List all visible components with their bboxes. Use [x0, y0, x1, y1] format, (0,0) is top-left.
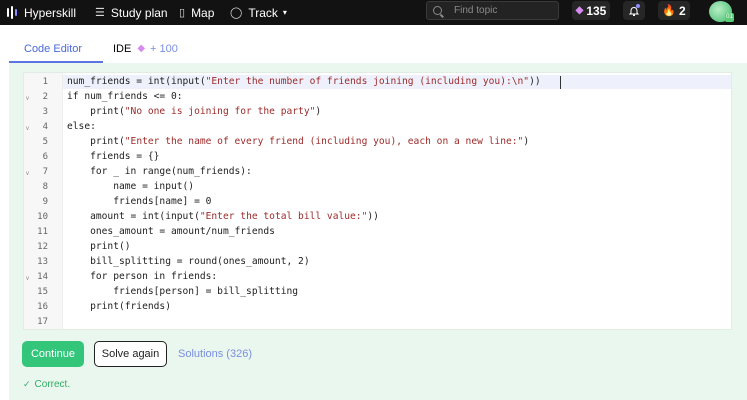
tab-ide[interactable]: IDE ◆ + 100	[113, 35, 178, 62]
fold-toggle-icon[interactable]: v	[26, 92, 29, 106]
brand-label: Hyperskill	[24, 5, 77, 20]
line-number: 6	[42, 152, 48, 162]
fold-toggle-icon[interactable]: v	[26, 122, 29, 136]
code-editor[interactable]: 1 2 3 4 5 6 7 8 9 10 11 12 13 14 15 16 1…	[23, 72, 732, 330]
solve-again-button[interactable]: Solve again	[94, 341, 167, 367]
top-navbar: Hyperskill ☰ Study plan ▯ Map ◯ Track ▾ …	[0, 0, 747, 25]
line-number: 13	[37, 257, 48, 267]
code-line: print()	[67, 241, 131, 252]
code-line: bill_splitting = round(ones_amount, 2)	[67, 256, 310, 267]
line-number: 16	[37, 302, 48, 312]
nav-map-label: Map	[191, 5, 215, 20]
map-icon: ▯	[179, 7, 186, 19]
brand-link[interactable]: Hyperskill	[7, 0, 76, 25]
line-number: 3	[42, 107, 48, 117]
line-number: 1	[42, 77, 48, 87]
tab-ide-bonus: + 100	[150, 42, 178, 55]
text-cursor	[560, 76, 561, 89]
code-line: friends[person] = bill_splitting	[67, 286, 299, 297]
streak-counter[interactable]: 🔥 2	[658, 1, 690, 20]
code-line: num_friends = int(input("Enter the numbe…	[67, 76, 541, 87]
line-number: 10	[37, 212, 48, 222]
code-line: amount = int(input("Enter the total bill…	[67, 211, 379, 222]
code-line: ones_amount = amount/num_friends	[67, 226, 275, 237]
line-number: 8	[42, 182, 48, 192]
solutions-link[interactable]: Solutions (326)	[178, 341, 252, 367]
circle-icon: ◯	[230, 7, 243, 19]
check-icon: ✓	[23, 379, 31, 389]
nav-track-label: Track	[248, 5, 278, 20]
code-line: name = input()	[67, 181, 195, 192]
nav-map[interactable]: ▯ Map	[179, 0, 214, 25]
code-line: print("Enter the name of every friend (i…	[67, 136, 530, 147]
line-number: 9	[42, 197, 48, 207]
line-number: 17	[37, 317, 48, 327]
code-line: for _ in range(num_friends):	[67, 166, 252, 177]
list-icon: ☰	[95, 7, 105, 19]
search-icon	[433, 6, 442, 15]
line-number: 5	[42, 137, 48, 147]
code-line: friends = {}	[67, 151, 160, 162]
line-number: 11	[37, 227, 48, 237]
fire-icon: 🔥	[662, 5, 676, 17]
tab-code-editor-label: Code Editor	[24, 42, 83, 55]
streak-count: 2	[679, 3, 686, 18]
fold-toggle-icon[interactable]: v	[26, 167, 29, 181]
gem-icon: ◆	[137, 43, 146, 54]
code-line: else:	[67, 121, 96, 132]
notifications-button[interactable]	[623, 1, 645, 20]
hyperskill-logo-icon	[7, 6, 17, 19]
gem-icon: ◆	[575, 5, 584, 16]
avatar-badge: 01	[725, 13, 734, 22]
nav-study-plan-label: Study plan	[110, 5, 168, 20]
notification-dot	[636, 4, 640, 8]
chevron-down-icon: ▾	[282, 8, 287, 17]
line-number: 12	[37, 242, 48, 252]
code-line: print(friends)	[67, 301, 171, 312]
code-line: for person in friends:	[67, 271, 218, 282]
gems-counter[interactable]: ◆ 135	[572, 1, 610, 20]
search-placeholder: Find topic	[454, 5, 498, 16]
tab-code-editor[interactable]: Code Editor	[24, 35, 82, 62]
code-line: print("No one is joining for the party")	[67, 106, 322, 117]
nav-study-plan[interactable]: ☰ Study plan	[95, 0, 168, 25]
fold-toggle-icon[interactable]: v	[26, 272, 29, 286]
gems-count: 135	[586, 3, 607, 18]
search-input[interactable]: Find topic	[426, 1, 559, 20]
code-line: friends[name] = 0	[67, 196, 212, 207]
continue-button[interactable]: Continue	[22, 341, 84, 367]
result-status-text: Correct.	[34, 379, 71, 390]
line-number: 15	[37, 287, 48, 297]
result-status: ✓ Correct.	[23, 379, 70, 390]
nav-track[interactable]: ◯ Track ▾	[230, 0, 287, 25]
editor-tabs: Code Editor IDE ◆ + 100	[9, 35, 746, 64]
tab-ide-label: IDE	[113, 42, 132, 55]
code-line: if num_friends <= 0:	[67, 91, 183, 102]
